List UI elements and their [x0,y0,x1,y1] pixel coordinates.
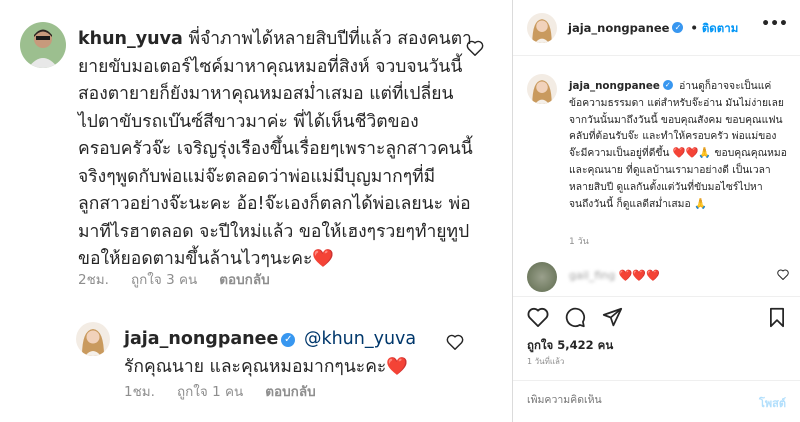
hearts-emoji: ❤️❤️❤️ [618,269,660,282]
verified-badge-icon: ✓ [672,22,684,33]
comment-text-block: khun_yuva พี่จำภาพได้หลายสิบปีที่แล้ว สอ… [78,26,473,274]
comment-text-block: gail_fing ❤️❤️❤️ [569,269,660,282]
comment-username-blurred[interactable]: gail_fing [569,269,615,282]
bookmark-icon[interactable] [768,307,786,328]
post-author: jaja_nongpanee ✓ • ติดตาม [568,20,738,38]
add-comment-input[interactable] [527,394,727,406]
caption-emoji-end: 🙏 [693,197,707,210]
caption-time[interactable]: 1 วัน [569,234,589,248]
post-actions: ถูกใจ 5,422 คน 1 วันที่แล้ว [513,296,800,386]
verified-badge-icon: ✓ [662,80,673,90]
reply-time[interactable]: 1ชม. [124,380,155,402]
instagram-post-panel: jaja_nongpanee ✓ • ติดตาม ••• jaja_nongpa… [513,0,800,422]
comment-text: พี่จำภาพได้หลายสิบปีที่แล้ว สองคนตายายขั… [78,29,473,269]
likes-count[interactable]: ถูกใจ 5,422 คน [527,337,613,355]
author-username[interactable]: jaja_nongpanee [568,21,669,35]
heart-emoji: ❤️ [312,249,335,269]
mention-link[interactable]: @khun_yuva [304,329,416,349]
reply-text: รักคุณนาย และคุณหมอมากๆนะคะ [124,356,387,377]
verified-badge-icon: ✓ [281,333,296,347]
zoomed-comments-panel: khun_yuva พี่จำภาพได้หลายสิบปีที่แล้ว สอ… [0,0,512,422]
avatar[interactable] [527,13,557,43]
caption-emojis: ❤️❤️🙏 [672,147,712,160]
caption-username[interactable]: jaja_nongpanee [569,80,660,92]
separator-dot: • [690,21,698,35]
post-comment-button[interactable]: โพสต์ [759,394,786,412]
add-comment-bar: โพสต์ [513,380,800,422]
reply-username[interactable]: jaja_nongpanee [124,329,278,349]
more-options-icon[interactable]: ••• [761,16,788,32]
post-time-ago[interactable]: 1 วันที่แล้ว [527,355,564,368]
comment-likes[interactable]: ถูกใจ 3 คน [131,268,197,290]
caption-text-block: jaja_nongpanee ✓ อ่านดูก็อาจจะเป็นแค่ข้อค… [569,78,787,212]
avatar[interactable] [527,262,557,292]
like-heart-icon[interactable] [446,334,464,350]
action-icons [527,307,623,328]
avatar[interactable] [20,22,66,68]
comment-username[interactable]: khun_yuva [78,29,183,49]
reply-likes[interactable]: ถูกใจ 1 คน [177,380,243,402]
reply-button[interactable]: ตอบกลับ [219,268,269,290]
like-heart-icon[interactable] [527,307,549,328]
like-heart-icon[interactable] [777,269,789,280]
reply-text-block: jaja_nongpanee ✓ @khun_yuva รักคุณนาย และ… [124,326,424,381]
post-header: jaja_nongpanee ✓ • ติดตาม ••• [513,0,800,56]
comment-row: gail_fing ❤️❤️❤️ [527,262,789,292]
comment-bubble-icon[interactable] [565,307,586,328]
follow-button[interactable]: ติดตาม [702,21,738,35]
comment-meta: 2ชม. ถูกใจ 3 คน ตอบกลับ [78,268,270,290]
avatar[interactable] [76,322,110,356]
share-paper-plane-icon[interactable] [602,307,623,328]
reply-meta: 1ชม. ถูกใจ 1 คน ตอบกลับ [124,380,316,402]
reply-button[interactable]: ตอบกลับ [265,380,315,402]
avatar[interactable] [527,74,557,104]
heart-emoji: ❤️ [386,356,409,377]
comment-time[interactable]: 2ชม. [78,268,109,290]
like-heart-icon[interactable] [466,40,484,56]
